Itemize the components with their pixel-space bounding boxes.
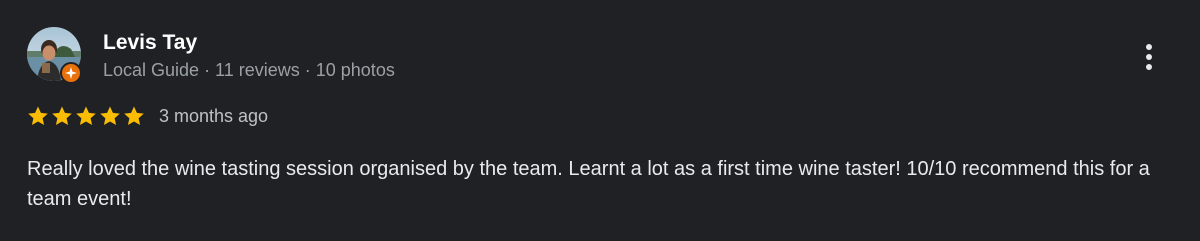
more-vert-icon-dot xyxy=(1146,54,1152,60)
review-date: 3 months ago xyxy=(159,106,269,126)
star-icon xyxy=(124,106,144,125)
review-text: Really loved the wine tasting session or… xyxy=(27,158,1150,210)
more-vert-icon-dot xyxy=(1146,64,1152,70)
more-options-button[interactable] xyxy=(1132,38,1166,76)
more-vert-icon xyxy=(1146,44,1152,50)
avatar[interactable] xyxy=(27,27,82,84)
review-card: Levis Tay Local Guide · 11 reviews · 10 … xyxy=(0,0,1200,241)
reviewer-name[interactable]: Levis Tay xyxy=(103,30,197,56)
star-rating xyxy=(26,104,146,128)
star-icon xyxy=(28,106,48,125)
local-guide-badge-icon xyxy=(60,62,82,84)
reviewer-meta: Local Guide · 11 reviews · 10 photos xyxy=(103,60,395,80)
star-icon xyxy=(52,106,72,125)
star-icon xyxy=(100,106,120,125)
star-icon xyxy=(76,106,96,125)
rating-row: 3 months ago xyxy=(26,104,268,128)
